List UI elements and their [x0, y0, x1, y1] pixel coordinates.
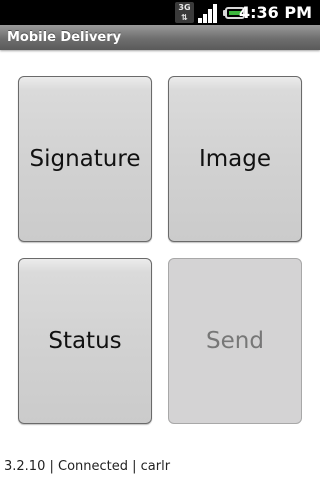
status-clock: 4:36 PM — [238, 3, 312, 22]
app-title-bar: Mobile Delivery — [0, 25, 320, 50]
network-type-label: 3G — [178, 3, 191, 12]
data-arrows-icon: ⇅ — [181, 13, 188, 22]
app-title: Mobile Delivery — [7, 30, 122, 45]
status-button[interactable]: Status — [18, 258, 152, 424]
signature-button[interactable]: Signature — [18, 76, 152, 242]
3g-data-icon: 3G ⇅ — [175, 2, 194, 23]
send-button: Send — [168, 258, 302, 424]
image-button[interactable]: Image — [168, 76, 302, 242]
footer-status-text: 3.2.10 | Connected | carlr — [4, 459, 171, 474]
signal-strength-icon — [198, 2, 219, 23]
status-bar: 3G ⇅ 4:36 PM — [0, 0, 320, 25]
